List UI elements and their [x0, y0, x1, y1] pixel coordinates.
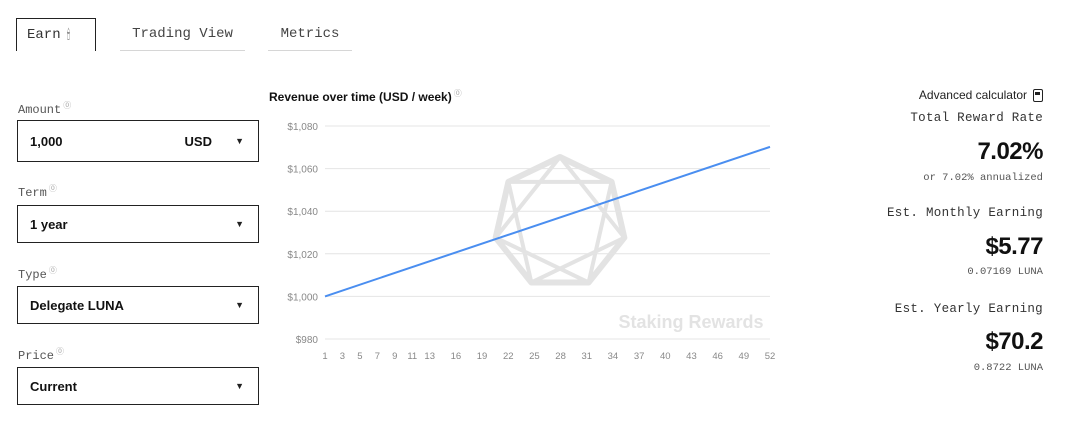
- tab-earn-label: Earn: [27, 27, 61, 43]
- x-tick-label: 3: [340, 351, 345, 362]
- advanced-calculator-link[interactable]: Advanced calculator: [919, 88, 1043, 102]
- yearly-earning-sub: 0.8722 LUNA: [973, 362, 1043, 374]
- y-tick-label: $1,080: [287, 122, 318, 133]
- advanced-calculator-label: Advanced calculator: [918, 88, 1027, 102]
- chart-title: Revenue over time (USD / week) ⓪: [269, 89, 462, 104]
- x-tick-label: 37: [634, 351, 645, 362]
- amount-label: Amount ⓪: [18, 102, 72, 117]
- x-tick-label: 46: [712, 351, 723, 362]
- calculator-icon: [1033, 88, 1043, 102]
- x-tick-label: 22: [503, 351, 514, 362]
- x-tick-label: 25: [529, 351, 540, 362]
- x-tick-label: 31: [581, 351, 592, 362]
- y-tick-label: $1,000: [287, 292, 318, 303]
- yearly-earning-label: Est. Yearly Earning: [894, 302, 1043, 316]
- monthly-earning-sub: 0.07169 LUNA: [967, 266, 1043, 278]
- tab-earn[interactable]: Earn 🕯: [16, 18, 96, 51]
- tab-metrics[interactable]: Metrics: [268, 18, 352, 51]
- info-icon[interactable]: ⓪: [63, 102, 71, 111]
- x-tick-label: 28: [555, 351, 566, 362]
- chevron-down-icon[interactable]: ▼: [235, 136, 244, 146]
- info-icon[interactable]: ⓪: [49, 185, 57, 194]
- type-select[interactable]: Delegate LUNA ▼: [17, 286, 259, 324]
- x-tick-label: 16: [451, 351, 462, 362]
- x-tick-label: 9: [392, 351, 397, 362]
- x-tick-label: 13: [424, 351, 435, 362]
- chevron-down-icon: ▼: [235, 381, 244, 391]
- y-tick-label: $1,020: [287, 250, 318, 261]
- x-tick-label: 1: [322, 351, 327, 362]
- x-tick-label: 34: [608, 351, 619, 362]
- x-tick-label: 7: [375, 351, 380, 362]
- money-bag-icon: 🕯: [66, 27, 71, 43]
- monthly-earning-label: Est. Monthly Earning: [886, 206, 1043, 220]
- x-tick-label: 43: [686, 351, 697, 362]
- currency-select[interactable]: USD: [185, 134, 212, 149]
- price-label: Price ⓪: [18, 348, 65, 363]
- price-select[interactable]: Current ▼: [17, 367, 259, 405]
- total-reward-rate-value: 7.02%: [977, 138, 1043, 165]
- x-tick-label: 52: [765, 351, 776, 362]
- monthly-earning-value: $5.77: [985, 233, 1043, 260]
- info-icon[interactable]: ⓪: [49, 267, 57, 276]
- info-icon[interactable]: ⓪: [454, 89, 462, 98]
- x-tick-label: 49: [739, 351, 750, 362]
- term-value: 1 year: [30, 216, 68, 232]
- x-tick-label: 5: [357, 351, 362, 362]
- tab-trading-view-label: Trading View: [132, 26, 233, 42]
- chevron-down-icon: ▼: [235, 300, 244, 310]
- y-tick-label: $980: [296, 335, 319, 346]
- x-tick-label: 11: [407, 351, 417, 362]
- x-tick-label: 40: [660, 351, 671, 362]
- y-tick-label: $1,040: [287, 207, 318, 218]
- x-tick-label: 19: [477, 351, 488, 362]
- watermark-logo-icon: [492, 154, 628, 286]
- total-reward-rate-label: Total Reward Rate: [910, 111, 1043, 125]
- term-label: Term ⓪: [18, 185, 57, 200]
- price-value: Current: [30, 378, 77, 394]
- y-tick-label: $1,060: [287, 165, 318, 176]
- type-label: Type ⓪: [18, 267, 57, 282]
- type-value: Delegate LUNA: [30, 297, 124, 313]
- revenue-chart: Staking Rewards $980 $1,000 $1,020 $1,040 $1,…: [287, 122, 776, 362]
- watermark-text: Staking Rewards: [618, 312, 763, 332]
- tab-metrics-label: Metrics: [280, 26, 340, 42]
- total-reward-rate-sub: or 7.02% annualized: [923, 172, 1043, 184]
- yearly-earning-value: $70.2: [985, 328, 1043, 355]
- chevron-down-icon: ▼: [235, 219, 244, 229]
- term-select[interactable]: 1 year ▼: [17, 205, 259, 243]
- amount-input[interactable]: 1,000 USD ▼: [17, 120, 259, 162]
- tab-trading-view[interactable]: Trading View: [120, 18, 245, 51]
- amount-value: 1,000: [30, 133, 63, 149]
- info-icon[interactable]: ⓪: [56, 348, 64, 357]
